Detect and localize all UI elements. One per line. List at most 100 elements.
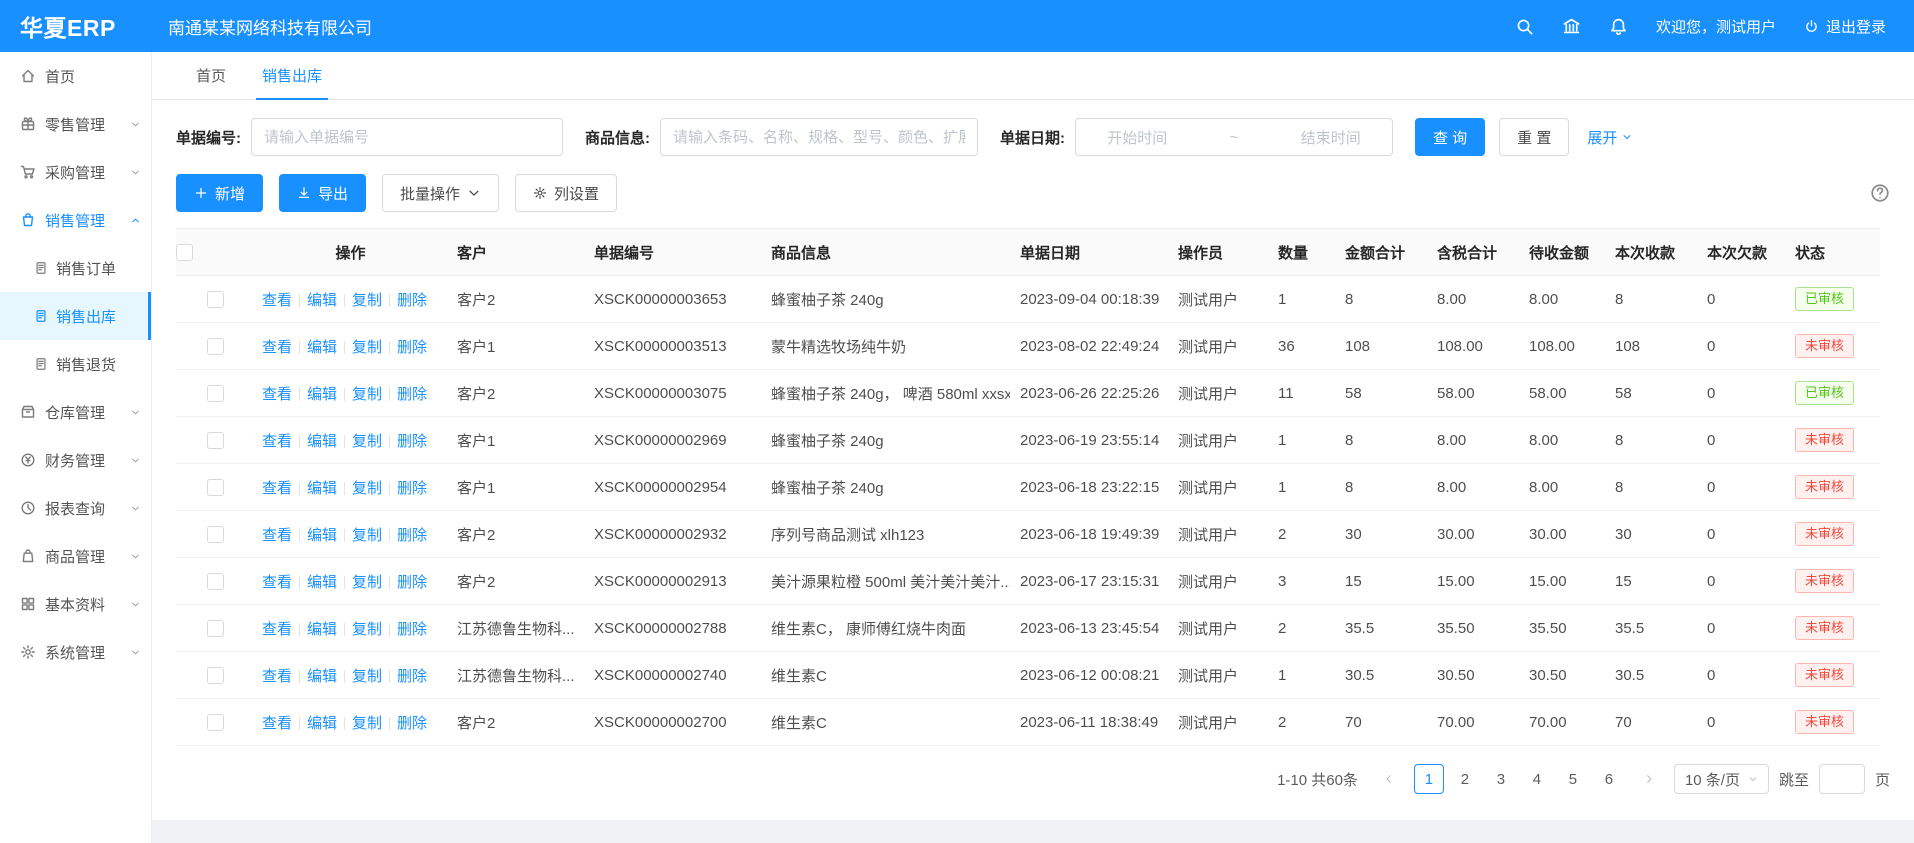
row-action-delete[interactable]: 删除 (397, 527, 427, 544)
date-range-input[interactable]: 开始时间 ~ 结束时间 (1075, 118, 1393, 156)
row-checkbox[interactable] (207, 338, 224, 355)
sidebar-item-report[interactable]: 报表查询 (0, 484, 151, 532)
toolbar: 新增 导出 批量操作 列设置 (176, 174, 1890, 212)
row-checkbox[interactable] (207, 479, 224, 496)
bill-no-input[interactable] (251, 118, 563, 156)
page-size-select[interactable]: 10 条/页 (1674, 764, 1769, 794)
row-action-edit[interactable]: 编辑 (307, 668, 337, 685)
row-action-edit[interactable]: 编辑 (307, 621, 337, 638)
row-action-view[interactable]: 查看 (262, 527, 292, 544)
sidebar-item-home[interactable]: 首页 (0, 52, 151, 100)
tab-home[interactable]: 首页 (178, 52, 244, 99)
cell-bill-date: 2023-06-19 23:55:14 (1010, 417, 1168, 464)
row-action-copy[interactable]: 复制 (352, 433, 382, 450)
sidebar-item-finance[interactable]: 财务管理 (0, 436, 151, 484)
row-action-view[interactable]: 查看 (262, 433, 292, 450)
row-action-copy[interactable]: 复制 (352, 339, 382, 356)
sidebar-item-label: 销售退货 (56, 354, 116, 375)
sidebar-item-sales-order[interactable]: 销售订单 (0, 244, 151, 292)
action-divider (299, 388, 300, 401)
row-action-view[interactable]: 查看 (262, 668, 292, 685)
sidebar-item-basics[interactable]: 基本资料 (0, 580, 151, 628)
page-button-1[interactable]: 1 (1414, 764, 1444, 794)
row-action-edit[interactable]: 编辑 (307, 527, 337, 544)
row-action-delete[interactable]: 删除 (397, 480, 427, 497)
page-button-5[interactable]: 5 (1558, 764, 1588, 794)
row-action-edit[interactable]: 编辑 (307, 574, 337, 591)
page-button-3[interactable]: 3 (1486, 764, 1516, 794)
batch-operations-button[interactable]: 批量操作 (382, 174, 499, 212)
page-button-2[interactable]: 2 (1450, 764, 1480, 794)
row-action-copy[interactable]: 复制 (352, 715, 382, 732)
row-checkbox[interactable] (207, 667, 224, 684)
row-action-copy[interactable]: 复制 (352, 574, 382, 591)
sidebar-item-product[interactable]: 商品管理 (0, 532, 151, 580)
page-button-4[interactable]: 4 (1522, 764, 1552, 794)
expand-link[interactable]: 展开 (1587, 127, 1633, 148)
add-button[interactable]: 新增 (176, 174, 263, 212)
row-action-delete[interactable]: 删除 (397, 292, 427, 309)
row-action-view[interactable]: 查看 (262, 715, 292, 732)
row-action-delete[interactable]: 删除 (397, 433, 427, 450)
prev-page-button[interactable] (1374, 764, 1404, 794)
row-action-copy[interactable]: 复制 (352, 386, 382, 403)
row-checkbox[interactable] (207, 526, 224, 543)
row-action-view[interactable]: 查看 (262, 292, 292, 309)
page-button-6[interactable]: 6 (1594, 764, 1624, 794)
select-all-checkbox[interactable] (176, 244, 193, 261)
reset-button[interactable]: 重 置 (1499, 118, 1569, 156)
sidebar-item-warehouse[interactable]: 仓库管理 (0, 388, 151, 436)
row-action-copy[interactable]: 复制 (352, 527, 382, 544)
product-info-input[interactable] (660, 118, 978, 156)
row-checkbox[interactable] (207, 620, 224, 637)
row-action-edit[interactable]: 编辑 (307, 292, 337, 309)
row-action-copy[interactable]: 复制 (352, 621, 382, 638)
row-checkbox[interactable] (207, 714, 224, 731)
row-checkbox[interactable] (207, 291, 224, 308)
sidebar-item-system[interactable]: 系统管理 (0, 628, 151, 676)
next-page-button[interactable] (1634, 764, 1664, 794)
tab-sales-outbound[interactable]: 销售出库 (244, 52, 340, 99)
sidebar-item-sales-return[interactable]: 销售退货 (0, 340, 151, 388)
row-action-delete[interactable]: 删除 (397, 621, 427, 638)
cell-bill-no: XSCK00000002932 (584, 511, 761, 558)
row-action-view[interactable]: 查看 (262, 386, 292, 403)
row-action-delete[interactable]: 删除 (397, 668, 427, 685)
row-action-view[interactable]: 查看 (262, 339, 292, 356)
row-action-copy[interactable]: 复制 (352, 292, 382, 309)
row-action-edit[interactable]: 编辑 (307, 339, 337, 356)
row-checkbox[interactable] (207, 385, 224, 402)
cell-bill-no: XSCK00000003513 (584, 323, 761, 370)
export-button[interactable]: 导出 (279, 174, 366, 212)
row-action-delete[interactable]: 删除 (397, 574, 427, 591)
row-action-edit[interactable]: 编辑 (307, 433, 337, 450)
column-header-8: 含税合计 (1427, 229, 1519, 276)
sidebar-item-sales-outbound[interactable]: 销售出库 (0, 292, 151, 340)
row-action-edit[interactable]: 编辑 (307, 715, 337, 732)
row-action-edit[interactable]: 编辑 (307, 386, 337, 403)
sidebar-item-sales[interactable]: 销售管理 (0, 196, 151, 244)
row-action-copy[interactable]: 复制 (352, 668, 382, 685)
search-button[interactable]: 查 询 (1415, 118, 1485, 156)
row-checkbox[interactable] (207, 432, 224, 449)
search-icon[interactable] (1515, 17, 1534, 36)
sidebar-item-retail[interactable]: 零售管理 (0, 100, 151, 148)
app-root: 华夏ERP 南通某某网络科技有限公司 欢迎您，测试用户 退出登录 首页零售管理采… (0, 0, 1914, 843)
bell-icon[interactable] (1609, 17, 1628, 36)
row-action-view[interactable]: 查看 (262, 621, 292, 638)
row-action-delete[interactable]: 删除 (397, 386, 427, 403)
row-action-view[interactable]: 查看 (262, 480, 292, 497)
jump-page-input[interactable] (1819, 764, 1865, 794)
row-action-delete[interactable]: 删除 (397, 339, 427, 356)
row-checkbox[interactable] (207, 573, 224, 590)
row-action-view[interactable]: 查看 (262, 574, 292, 591)
bank-icon[interactable] (1562, 17, 1581, 36)
logout-button[interactable]: 退出登录 (1804, 16, 1886, 37)
help-icon[interactable] (1870, 183, 1890, 203)
row-action-delete[interactable]: 删除 (397, 715, 427, 732)
row-action-copy[interactable]: 复制 (352, 480, 382, 497)
row-action-edit[interactable]: 编辑 (307, 480, 337, 497)
column-settings-button[interactable]: 列设置 (515, 174, 617, 212)
bill-date-filter: 单据日期: 开始时间 ~ 结束时间 (1000, 118, 1393, 156)
sidebar-item-purchase[interactable]: 采购管理 (0, 148, 151, 196)
